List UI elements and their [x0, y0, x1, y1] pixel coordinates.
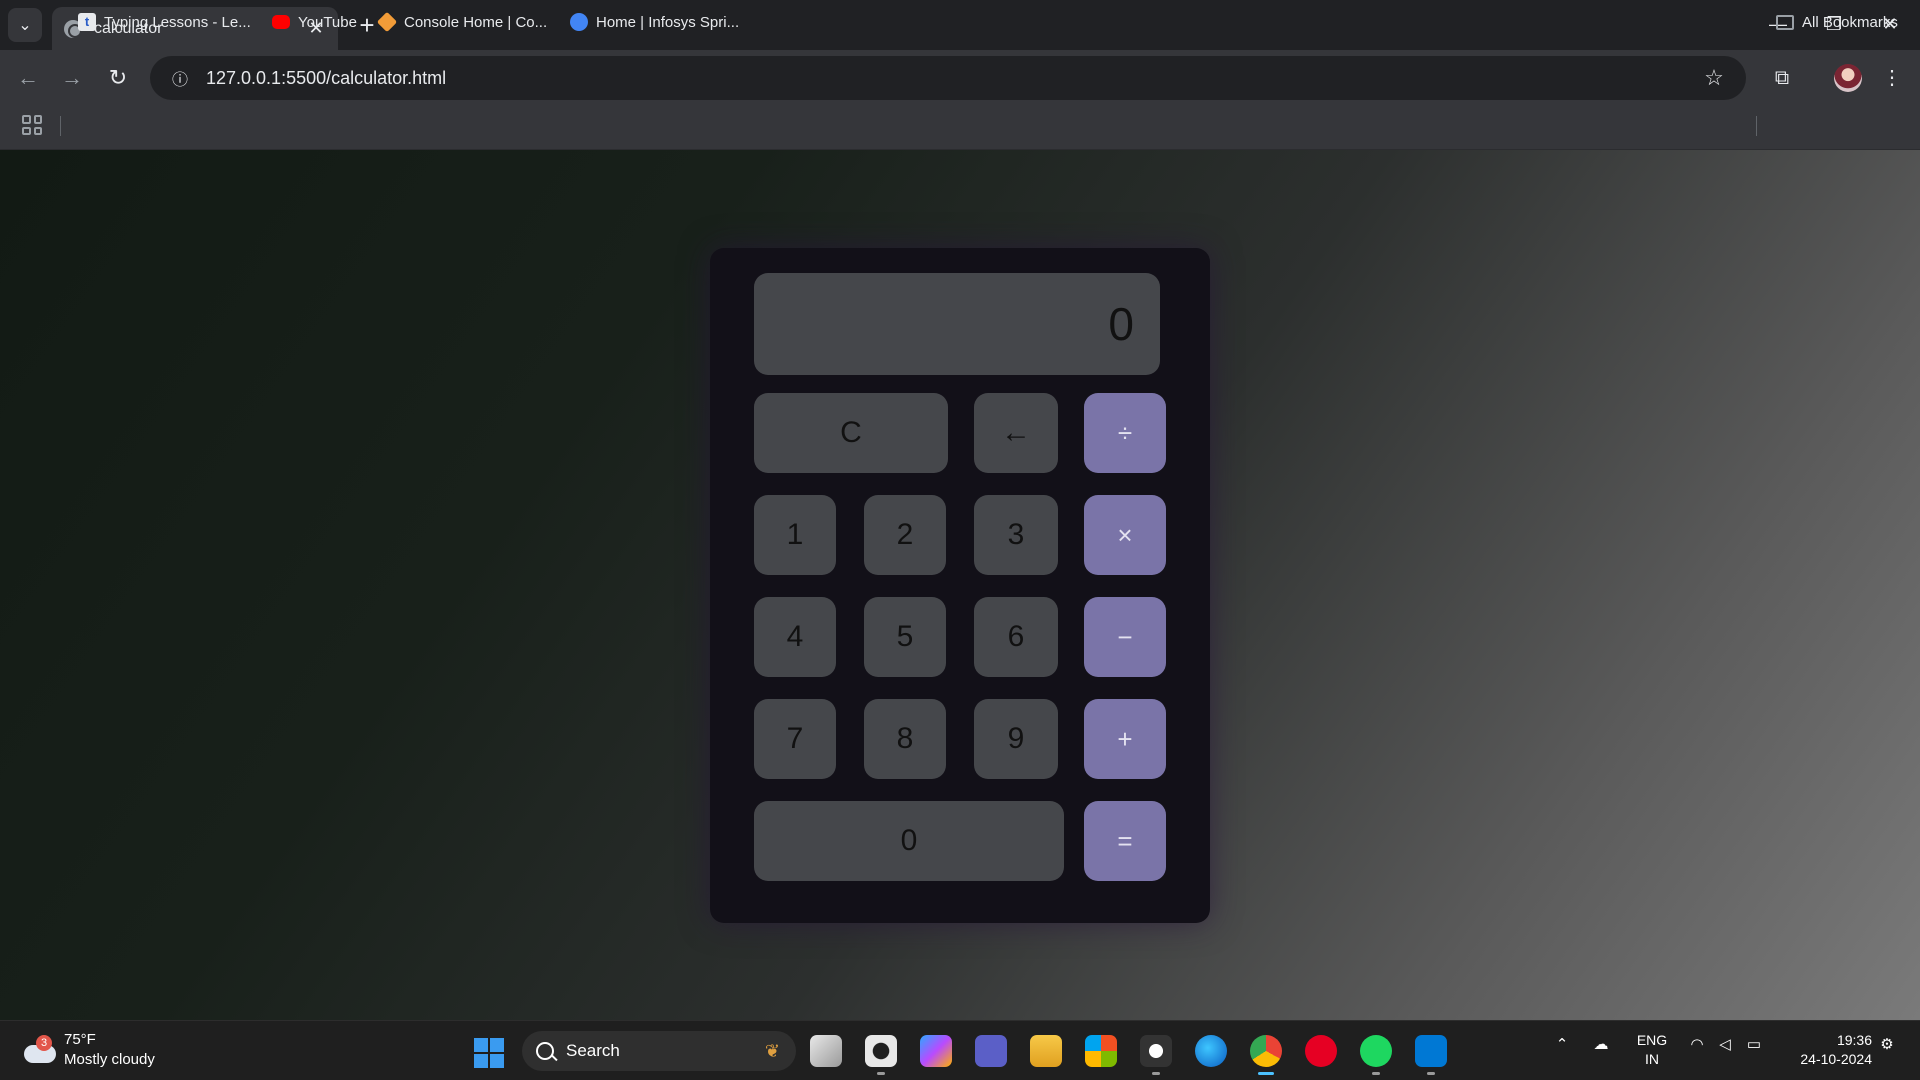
language-label: ENG [1636, 1032, 1668, 1048]
bookmarks-bar [0, 106, 1920, 150]
pinterest-icon[interactable] [1305, 1035, 1337, 1067]
weather-description[interactable]: Mostly cloudy [64, 1051, 155, 1068]
page-viewport: 0 C ← ÷ 1 2 3 × 4 5 6 − 7 8 9 + 0 = [0, 150, 1920, 1020]
running-indicator [1152, 1072, 1160, 1075]
menu-dots-icon[interactable]: ⋮ [1876, 62, 1908, 94]
bookmark-separator [60, 116, 61, 136]
all-bookmarks[interactable]: All Bookmarks [1776, 11, 1898, 33]
divide-button[interactable]: ÷ [1084, 393, 1166, 473]
copilot-icon[interactable] [920, 1035, 952, 1067]
weather-temperature[interactable]: 75°F [64, 1031, 96, 1048]
digit-3-button[interactable]: 3 [974, 495, 1058, 575]
bookmark-label: Typing Lessons - Le... [104, 13, 251, 31]
running-indicator [1427, 1072, 1435, 1075]
aws-cube-icon [376, 11, 398, 33]
typing-icon: t [78, 13, 96, 31]
minus-button[interactable]: − [1084, 597, 1166, 677]
apps-grid-icon[interactable] [22, 115, 42, 135]
battery-icon[interactable]: ▭ [1742, 1035, 1766, 1053]
backspace-button[interactable]: ← [974, 393, 1058, 473]
notification-icon[interactable]: ⚙ [1876, 1035, 1898, 1053]
bookmark-label: YouTube [298, 13, 357, 31]
taskbar-search[interactable]: Search ❦ [522, 1031, 796, 1071]
running-indicator [1372, 1072, 1380, 1075]
youtube-icon [272, 15, 290, 29]
file-explorer-icon[interactable] [1030, 1035, 1062, 1067]
tab-search-button[interactable]: ⌄ [8, 8, 42, 42]
plus-button[interactable]: + [1084, 699, 1166, 779]
language-indicator[interactable]: ENG IN [1632, 1031, 1672, 1069]
search-label: Search [566, 1041, 620, 1060]
calculator: 0 C ← ÷ 1 2 3 × 4 5 6 − 7 8 9 + 0 = [710, 248, 1210, 923]
weather-icon[interactable]: 3 [24, 1035, 56, 1065]
taskbar: 3 75°F Mostly cloudy Search ❦ ⌃ ☁ ENG IN… [0, 1020, 1920, 1080]
infosys-icon [570, 13, 588, 31]
clear-button[interactable]: C [754, 393, 948, 473]
clock-time: 19:36 [1836, 1032, 1872, 1048]
digit-8-button[interactable]: 8 [864, 699, 946, 779]
calculator-display: 0 [754, 273, 1160, 375]
back-button[interactable]: ← [12, 62, 44, 94]
address-bar[interactable]: ⓘ 127.0.0.1:5500/calculator.html ☆ [150, 56, 1746, 100]
chevron-down-icon: ⌄ [18, 17, 32, 34]
bookmark-label: Console Home | Co... [404, 13, 548, 31]
bookmark-typing[interactable]: t Typing Lessons - Le... [78, 11, 251, 33]
bookmark-label: Home | Infosys Spri... [596, 13, 740, 31]
extensions-icon[interactable]: ⧉ [1766, 62, 1798, 94]
site-info-icon[interactable]: ⓘ [160, 66, 200, 90]
equals-button[interactable]: = [1084, 801, 1166, 881]
vscode-icon[interactable] [1415, 1035, 1447, 1067]
onedrive-icon[interactable]: ☁ [1588, 1035, 1614, 1053]
volume-icon[interactable]: ◁ [1714, 1035, 1736, 1053]
microsoft-store-icon[interactable] [1085, 1035, 1117, 1067]
all-bookmarks-label: All Bookmarks [1802, 13, 1898, 31]
active-indicator [1258, 1072, 1274, 1075]
digit-5-button[interactable]: 5 [864, 597, 946, 677]
digit-0-button[interactable]: 0 [754, 801, 1064, 881]
bookmark-separator [1756, 116, 1757, 136]
clock-date: 24-10-2024 [1800, 1051, 1872, 1067]
bookmark-youtube[interactable]: YouTube [272, 11, 357, 33]
spotify-icon[interactable] [1360, 1035, 1392, 1067]
digit-4-button[interactable]: 4 [754, 597, 836, 677]
task-view-icon[interactable] [810, 1035, 842, 1067]
edge-icon[interactable] [1195, 1035, 1227, 1067]
weather-badge: 3 [36, 1035, 52, 1051]
digit-1-button[interactable]: 1 [754, 495, 836, 575]
forward-button[interactable]: → [56, 62, 88, 94]
profile-avatar[interactable] [1834, 64, 1862, 92]
app-icon[interactable] [1140, 1035, 1172, 1067]
bookmark-infosys[interactable]: Home | Infosys Spri... [570, 11, 739, 33]
teams-icon[interactable] [975, 1035, 1007, 1067]
url-text[interactable]: 127.0.0.1:5500/calculator.html [200, 68, 1696, 89]
chrome-icon[interactable] [1250, 1035, 1282, 1067]
digit-9-button[interactable]: 9 [974, 699, 1058, 779]
windows-start-icon[interactable] [474, 1038, 504, 1068]
reload-button[interactable]: ↻ [102, 62, 134, 94]
browser-toolbar: ← → ↻ ⓘ 127.0.0.1:5500/calculator.html ☆… [0, 50, 1920, 106]
wifi-icon[interactable]: ◠ [1686, 1035, 1708, 1053]
digit-2-button[interactable]: 2 [864, 495, 946, 575]
region-label: IN [1645, 1051, 1659, 1067]
folder-icon [1776, 14, 1794, 30]
search-highlight-icon: ❦ [764, 1040, 780, 1061]
clock[interactable]: 19:36 24-10-2024 [1782, 1031, 1872, 1069]
running-indicator [877, 1072, 885, 1075]
bookmark-console[interactable]: Console Home | Co... [376, 11, 548, 33]
bookmark-star-icon[interactable]: ☆ [1696, 65, 1732, 91]
multiply-button[interactable]: × [1084, 495, 1166, 575]
search-icon [536, 1042, 554, 1060]
digit-7-button[interactable]: 7 [754, 699, 836, 779]
github-icon[interactable] [865, 1035, 897, 1067]
digit-6-button[interactable]: 6 [974, 597, 1058, 677]
chevron-up-icon[interactable]: ⌃ [1552, 1035, 1572, 1053]
